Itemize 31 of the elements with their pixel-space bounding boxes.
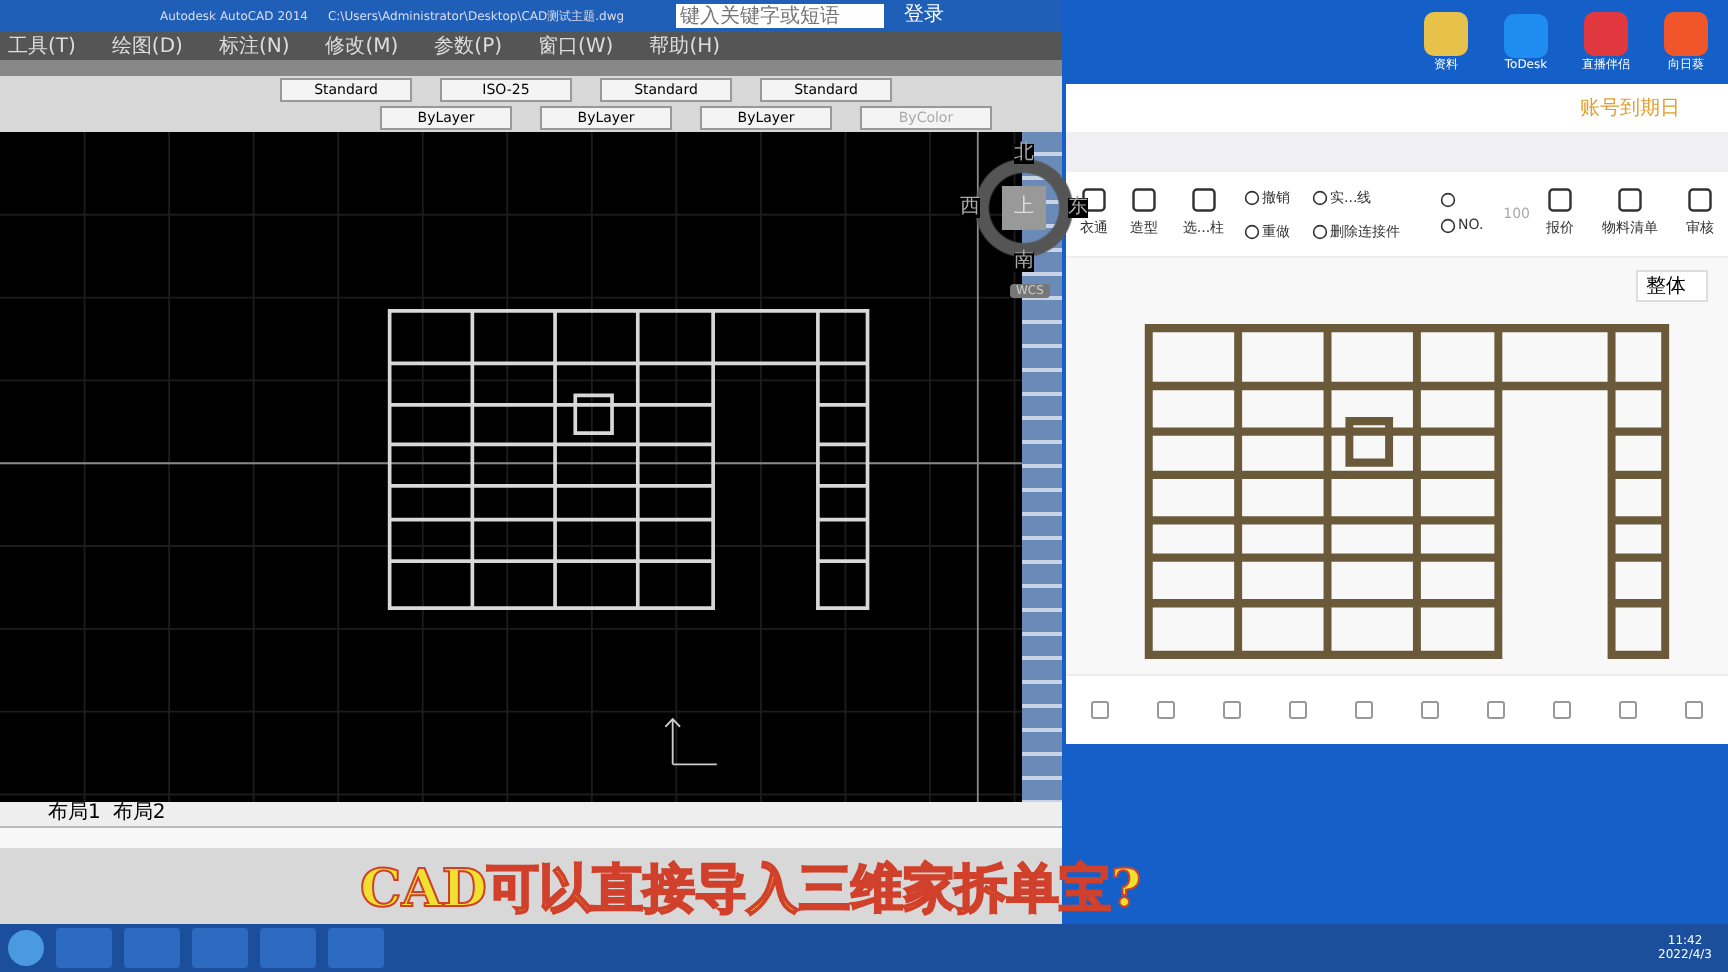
app-icon[interactable] bbox=[1664, 11, 1708, 55]
compass-label: 南 bbox=[1014, 252, 1034, 272]
search-field[interactable]: 键入关键字或短语 bbox=[676, 4, 885, 28]
menu-item[interactable]: 窗口(W) bbox=[538, 32, 614, 60]
tool-icon[interactable] bbox=[1616, 186, 1644, 214]
tool-icon[interactable] bbox=[1189, 186, 1218, 214]
tool-icon[interactable] bbox=[1243, 223, 1259, 239]
sign-in-link[interactable]: 登录 bbox=[904, 4, 945, 28]
menu-item[interactable]: 帮助(H) bbox=[649, 32, 721, 60]
menu-item[interactable]: 修改(M) bbox=[325, 32, 399, 60]
view-dropdown[interactable]: 整体 bbox=[1636, 270, 1708, 302]
tool-icon[interactable] bbox=[1686, 186, 1714, 214]
layout-tab[interactable]: 布局1 bbox=[48, 802, 101, 826]
tool-icon[interactable] bbox=[1311, 223, 1327, 239]
tool-icon[interactable] bbox=[1311, 189, 1327, 205]
menu-item[interactable]: 参数(P) bbox=[434, 32, 503, 60]
start-button[interactable] bbox=[8, 930, 44, 966]
menu-item[interactable]: 标注(N) bbox=[218, 32, 290, 60]
ucs-axis-icon bbox=[664, 717, 718, 766]
layout-tab[interactable]: 布局2 bbox=[112, 802, 166, 826]
menu-item[interactable]: 工具(T) bbox=[8, 32, 76, 60]
compass-label: 东 bbox=[1068, 198, 1088, 218]
app-icon[interactable] bbox=[1424, 11, 1468, 55]
menu-item[interactable]: 绘图(D) bbox=[111, 32, 183, 60]
expiry-notice: 账号到期日 bbox=[1580, 95, 1680, 122]
app-icon[interactable] bbox=[1504, 13, 1548, 57]
tool-icon[interactable] bbox=[1546, 186, 1574, 214]
tool-icon[interactable] bbox=[1243, 189, 1259, 205]
compass-label: 北 bbox=[1014, 144, 1034, 164]
tool-icon[interactable] bbox=[1129, 186, 1158, 214]
compass-label: 西 bbox=[960, 198, 980, 218]
